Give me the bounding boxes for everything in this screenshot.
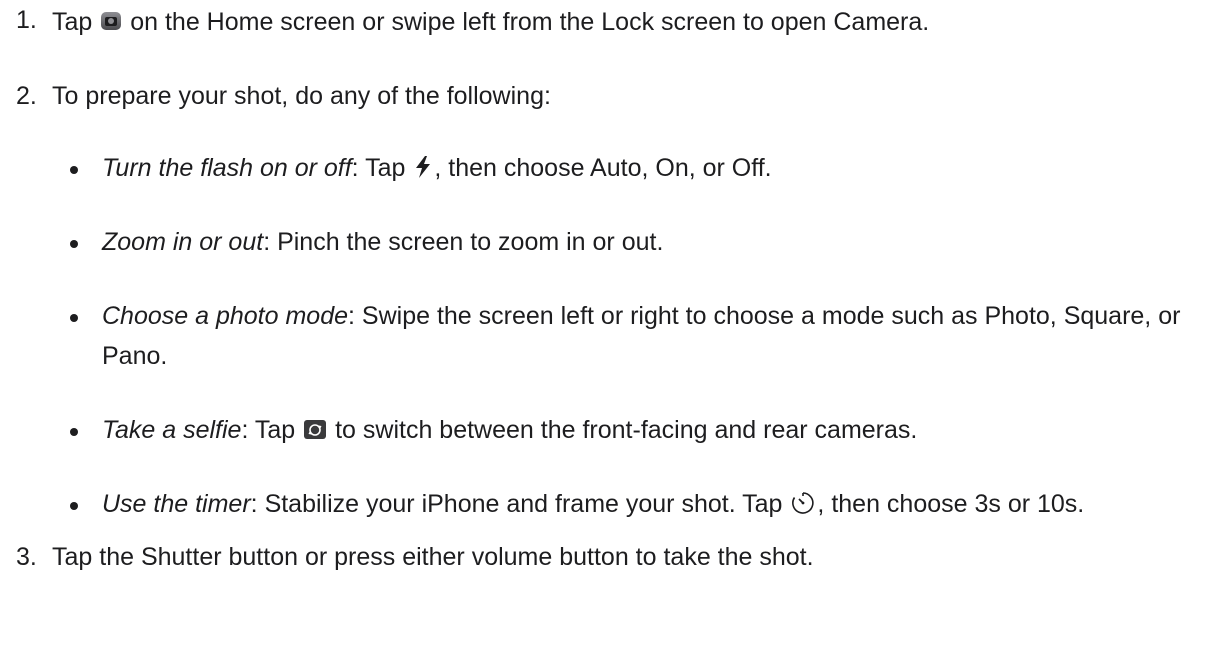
step-1: 1. Tap on the Home screen or swipe left … — [0, 0, 1220, 42]
option-term: Choose a photo mode — [102, 302, 349, 330]
option-zoom: Zoom in or out: Pinch the screen to zoom… — [0, 222, 1220, 262]
step-text: Tap the Shutter button or press either v… — [52, 543, 814, 571]
bullet — [70, 314, 78, 322]
instruction-steps: 1. Tap on the Home screen or swipe left … — [0, 0, 1220, 577]
option-term: Take a selfie — [102, 416, 242, 444]
step-text-before: Tap — [52, 8, 93, 36]
timer-icon — [790, 490, 816, 516]
switch-camera-icon — [304, 419, 327, 439]
option-term: Use the timer — [102, 490, 251, 518]
flash-icon — [413, 155, 433, 179]
option-list: Turn the flash on or off: Tap , then cho… — [0, 148, 1220, 524]
bullet — [70, 166, 78, 174]
option-selfie: Take a selfie: Tap to switch between the… — [0, 410, 1220, 450]
option-term: Zoom in or out — [102, 228, 264, 256]
step-3: 3. Tap the Shutter button or press eithe… — [0, 537, 1220, 577]
option-text-after: , then choose Auto, On, or Off. — [434, 154, 772, 182]
bullet — [70, 240, 78, 248]
step-number: 3. — [16, 543, 37, 571]
bullet — [70, 502, 78, 510]
option-text: : Pinch the screen to zoom in or out. — [263, 228, 664, 256]
option-flash: Turn the flash on or off: Tap , then cho… — [0, 148, 1220, 188]
bullet — [70, 428, 78, 436]
option-text-after: to switch between the front-facing and r… — [335, 416, 918, 444]
option-text-before: : Stabilize your iPhone and frame your s… — [250, 490, 783, 518]
option-text-before: : Tap — [351, 154, 406, 182]
step-number: 1. — [16, 6, 37, 34]
option-text-after: , then choose 3s or 10s. — [817, 490, 1085, 518]
option-photo-mode: Choose a photo mode: Swipe the screen le… — [0, 296, 1220, 376]
step-number: 2. — [16, 82, 37, 110]
option-timer: Use the timer: Stabilize your iPhone and… — [0, 484, 1220, 524]
camera-app-icon — [101, 12, 122, 31]
step-text: To prepare your shot, do any of the foll… — [52, 82, 551, 110]
option-term: Turn the flash on or off — [102, 154, 352, 182]
step-text-after: on the Home screen or swipe left from th… — [130, 8, 930, 36]
option-text-before: : Tap — [241, 416, 296, 444]
step-2: 2. To prepare your shot, do any of the f… — [0, 76, 1220, 524]
